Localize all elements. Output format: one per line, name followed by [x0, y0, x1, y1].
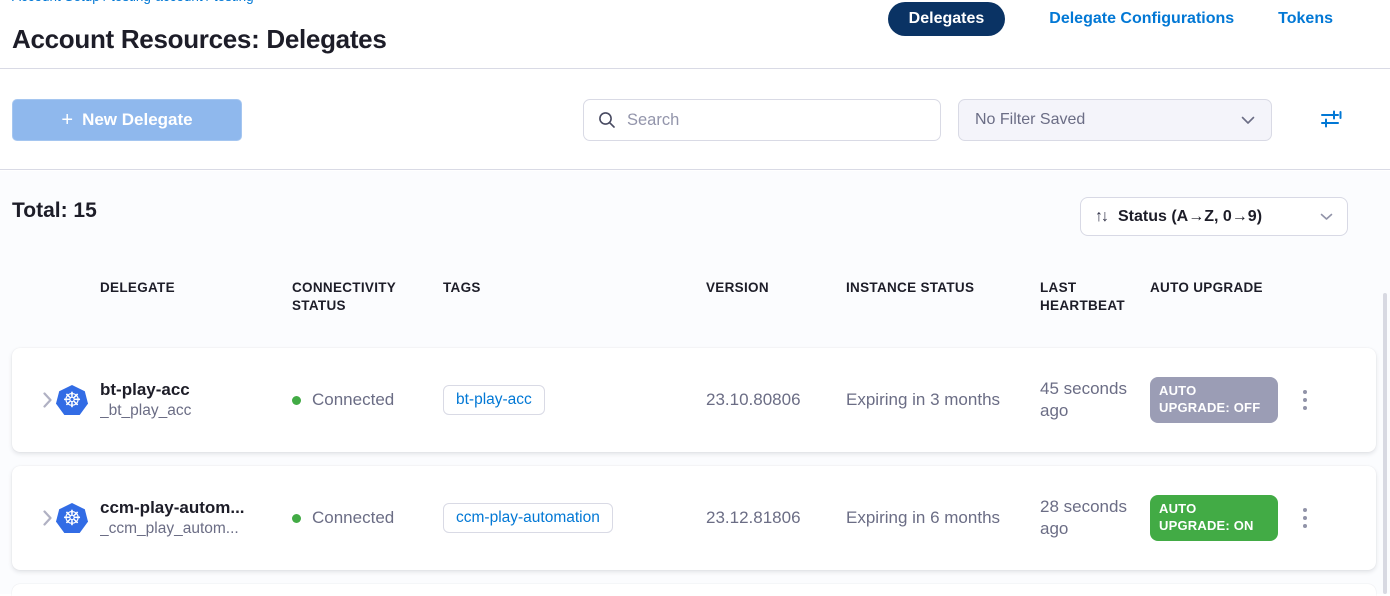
total-count: Total: 15 [12, 199, 97, 223]
scrollbar[interactable] [1383, 293, 1387, 594]
col-connectivity-status: CONNECTIVITY STATUS [292, 279, 443, 315]
table-header: DELEGATE CONNECTIVITY STATUS TAGS VERSIO… [12, 279, 1376, 315]
row-menu-button[interactable] [1297, 384, 1313, 416]
connected-status-dot [292, 396, 301, 405]
expand-chevron-icon[interactable] [12, 392, 56, 408]
new-delegate-button[interactable]: + New Delegate [12, 99, 242, 141]
plus-icon: + [61, 110, 73, 130]
kubernetes-icon: ☸ [56, 503, 100, 533]
saved-filter-value: No Filter Saved [975, 111, 1085, 129]
table-row[interactable]: ☸ bt-play-acc _bt_play_acc Connected bt-… [12, 348, 1376, 452]
tab-tokens[interactable]: Tokens [1278, 10, 1333, 28]
chevron-down-icon [1241, 116, 1255, 125]
row-menu-button[interactable] [1297, 502, 1313, 534]
tag-chip: ccm-play-automation [443, 503, 613, 533]
delegates-list-panel: Total: 15 ↑↓ Status (A→Z, 0→9) DELEGATE … [0, 171, 1390, 594]
tab-delegates[interactable]: Delegates [888, 2, 1006, 36]
connectivity-status: Connected [312, 508, 394, 528]
search-box [583, 99, 941, 141]
table-row[interactable]: ☸ ccm-play-autom... _ccm_play_autom... C… [12, 466, 1376, 570]
tag-chip: bt-play-acc [443, 385, 545, 415]
page-header: Account Setup / testing-account / testin… [0, 0, 1390, 69]
col-tags: TAGS [443, 279, 706, 315]
breadcrumb: Account Setup / testing-account / testin… [12, 0, 432, 7]
sort-arrows-icon: ↑↓ [1095, 208, 1107, 226]
last-heartbeat: 28 seconds ago [1040, 496, 1142, 540]
page-title: Account Resources: Delegates [12, 24, 387, 55]
sort-value: Status (A→Z, 0→9) [1118, 208, 1309, 226]
sort-dropdown[interactable]: ↑↓ Status (A→Z, 0→9) [1080, 197, 1348, 236]
delegate-id: _ccm_play_autom... [100, 520, 245, 538]
version: 23.12.81806 [706, 508, 801, 528]
breadcrumb-link[interactable]: Account Setup / testing-account / testin… [12, 0, 254, 4]
search-icon [598, 111, 616, 129]
tab-bar: Delegates Delegate Configurations Tokens [888, 2, 1333, 36]
sliders-icon [1319, 107, 1345, 131]
col-delegate: DELEGATE [100, 279, 292, 315]
auto-upgrade-badge: AUTO UPGRADE: OFF [1150, 377, 1278, 423]
delegate-name: bt-play-acc [100, 380, 191, 400]
delegate-id: _bt_play_acc [100, 402, 191, 420]
chevron-down-icon [1320, 213, 1333, 221]
filter-settings-button[interactable] [1317, 104, 1347, 134]
version: 23.10.80806 [706, 390, 801, 410]
table-row-partial [12, 584, 1376, 596]
col-auto-upgrade: AUTO UPGRADE [1150, 279, 1297, 315]
expand-chevron-icon[interactable] [12, 510, 56, 526]
col-instance-status: INSTANCE STATUS [846, 279, 1040, 315]
instance-status: Expiring in 6 months [846, 508, 1000, 528]
col-version: VERSION [706, 279, 846, 315]
connected-status-dot [292, 514, 301, 523]
tab-delegate-configurations[interactable]: Delegate Configurations [1049, 10, 1234, 28]
new-delegate-label: New Delegate [82, 110, 193, 130]
saved-filter-dropdown[interactable]: No Filter Saved [958, 99, 1272, 141]
delegate-name: ccm-play-autom... [100, 498, 245, 518]
search-input[interactable] [627, 111, 926, 130]
instance-status: Expiring in 3 months [846, 390, 1000, 410]
toolbar: + New Delegate No Filter Saved [0, 69, 1390, 170]
col-last-heartbeat: LAST HEARTBEAT [1040, 279, 1150, 315]
last-heartbeat: 45 seconds ago [1040, 378, 1142, 422]
auto-upgrade-badge: AUTO UPGRADE: ON [1150, 495, 1278, 541]
connectivity-status: Connected [312, 390, 394, 410]
kubernetes-icon: ☸ [56, 385, 100, 415]
